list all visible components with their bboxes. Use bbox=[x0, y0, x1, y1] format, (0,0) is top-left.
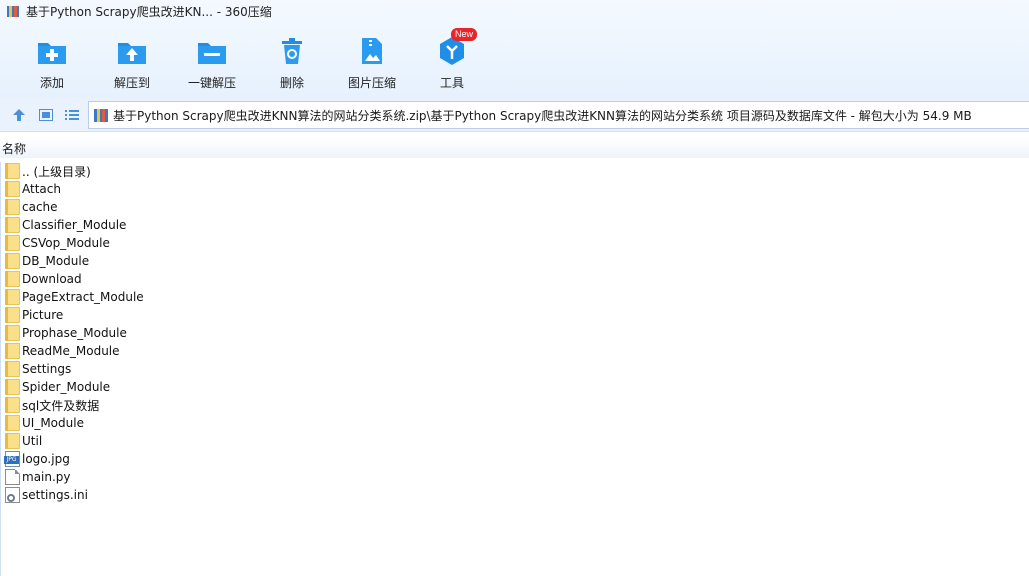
archive-icon bbox=[93, 107, 109, 123]
delete-label: 删除 bbox=[279, 76, 304, 90]
file-row[interactable]: main.py bbox=[1, 468, 1029, 486]
file-name: main.py bbox=[22, 470, 71, 484]
extract-to-icon bbox=[115, 34, 149, 68]
one-click-extract-icon bbox=[195, 34, 229, 68]
thumbnail-view-icon[interactable] bbox=[37, 106, 55, 124]
address-bar[interactable]: 基于Python Scrapy爬虫改进KNN算法的网站分类系统.zip\基于Py… bbox=[88, 101, 1029, 129]
window-title: 基于Python Scrapy爬虫改进KN... - 360压缩 bbox=[26, 4, 272, 19]
file-name: PageExtract_Module bbox=[22, 290, 144, 304]
folder-icon bbox=[5, 289, 20, 305]
toolbar: 添加 解压到 一键解压 删除 图片压缩 New 工具 bbox=[0, 26, 1029, 96]
folder-icon bbox=[5, 433, 20, 449]
file-name: cache bbox=[22, 200, 58, 214]
file-name: Attach bbox=[22, 182, 61, 196]
folder-icon bbox=[5, 181, 20, 197]
gear-icon bbox=[7, 494, 15, 502]
tools-label: 工具 bbox=[439, 76, 464, 90]
file-name: Util bbox=[22, 434, 43, 448]
app-icon bbox=[6, 4, 20, 18]
image-file-icon: JPG bbox=[4, 451, 20, 467]
add-button[interactable]: 添加 bbox=[12, 26, 92, 92]
folder-row[interactable]: DB_Module bbox=[1, 252, 1029, 270]
new-badge: New bbox=[451, 28, 478, 41]
column-name-header[interactable]: 名称 bbox=[2, 140, 26, 157]
folder-row[interactable]: Download bbox=[1, 270, 1029, 288]
folder-icon bbox=[5, 271, 20, 287]
delete-button[interactable]: 删除 bbox=[252, 26, 332, 92]
file-row[interactable]: settings.ini bbox=[1, 486, 1029, 504]
image-compress-button[interactable]: 图片压缩 bbox=[332, 26, 412, 92]
file-name: .. (上级目录) bbox=[22, 164, 91, 179]
add-label: 添加 bbox=[39, 76, 64, 90]
folder-icon bbox=[5, 397, 20, 413]
file-name: CSVop_Module bbox=[22, 236, 110, 250]
folder-row[interactable]: sql文件及数据 bbox=[1, 396, 1029, 414]
add-icon bbox=[35, 34, 69, 68]
file-row[interactable]: JPG logo.jpg bbox=[1, 450, 1029, 468]
file-name: Prophase_Module bbox=[22, 326, 127, 340]
folder-row[interactable]: Spider_Module bbox=[1, 378, 1029, 396]
extract-to-button[interactable]: 解压到 bbox=[92, 26, 172, 92]
folder-row[interactable]: ReadMe_Module bbox=[1, 342, 1029, 360]
file-name: ReadMe_Module bbox=[22, 344, 120, 358]
file-name: Spider_Module bbox=[22, 380, 111, 394]
folder-row[interactable]: PageExtract_Module bbox=[1, 288, 1029, 306]
folder-row[interactable]: Prophase_Module bbox=[1, 324, 1029, 342]
folder-icon bbox=[5, 163, 20, 179]
file-name: sql文件及数据 bbox=[22, 398, 100, 413]
folder-icon bbox=[5, 343, 20, 359]
image-compress-label: 图片压缩 bbox=[347, 76, 396, 90]
jpg-tag-icon: JPG bbox=[4, 456, 19, 464]
file-name: Download bbox=[22, 272, 82, 286]
folder-icon bbox=[5, 307, 20, 323]
folder-row[interactable]: cache bbox=[1, 198, 1029, 216]
address-row: 基于Python Scrapy爬虫改进KNN算法的网站分类系统.zip\基于Py… bbox=[0, 98, 1029, 132]
folder-row[interactable]: .. (上级目录) bbox=[1, 162, 1029, 180]
folder-row[interactable]: Util bbox=[1, 432, 1029, 450]
file-name: Classifier_Module bbox=[22, 218, 127, 232]
tools-button[interactable]: New 工具 bbox=[412, 26, 492, 92]
folder-row[interactable]: Picture bbox=[1, 306, 1029, 324]
folder-icon bbox=[5, 235, 20, 251]
one-click-extract-label: 一键解压 bbox=[187, 76, 236, 90]
delete-icon bbox=[275, 34, 309, 68]
address-path: 基于Python Scrapy爬虫改进KNN算法的网站分类系统.zip\基于Py… bbox=[113, 108, 972, 123]
image-compress-icon bbox=[355, 34, 389, 68]
folder-icon bbox=[5, 415, 20, 431]
file-name: DB_Module bbox=[22, 254, 90, 268]
title-bar: 基于Python Scrapy爬虫改进KN... - 360压缩 bbox=[0, 0, 1029, 22]
folder-row[interactable]: CSVop_Module bbox=[1, 234, 1029, 252]
file-name: logo.jpg bbox=[22, 452, 70, 466]
column-header: 名称 bbox=[0, 138, 1029, 158]
up-arrow-icon[interactable] bbox=[10, 106, 28, 124]
folder-icon bbox=[5, 253, 20, 269]
file-name: UI_Module bbox=[22, 416, 84, 430]
folder-row[interactable]: UI_Module bbox=[1, 414, 1029, 432]
file-name: settings.ini bbox=[22, 488, 88, 502]
folder-icon bbox=[5, 325, 20, 341]
folder-row[interactable]: Classifier_Module bbox=[1, 216, 1029, 234]
tools-icon: New bbox=[435, 28, 478, 68]
settings-file-icon bbox=[5, 487, 20, 503]
extract-to-label: 解压到 bbox=[113, 76, 150, 90]
folder-icon bbox=[5, 361, 20, 377]
folder-icon bbox=[5, 199, 20, 215]
folder-icon bbox=[5, 379, 20, 395]
file-name: Picture bbox=[22, 308, 64, 322]
header: 基于Python Scrapy爬虫改进KN... - 360压缩 添加 解压到 … bbox=[0, 0, 1029, 98]
file-name: Settings bbox=[22, 362, 72, 376]
one-click-extract-button[interactable]: 一键解压 bbox=[172, 26, 252, 92]
folder-row[interactable]: Settings bbox=[1, 360, 1029, 378]
document-icon bbox=[5, 469, 20, 485]
folder-row[interactable]: Attach bbox=[1, 180, 1029, 198]
list-view-icon[interactable] bbox=[63, 106, 81, 124]
file-list: .. (上级目录) Attach cache Classifier_Module CSV… bbox=[0, 162, 1029, 576]
folder-icon bbox=[5, 217, 20, 233]
